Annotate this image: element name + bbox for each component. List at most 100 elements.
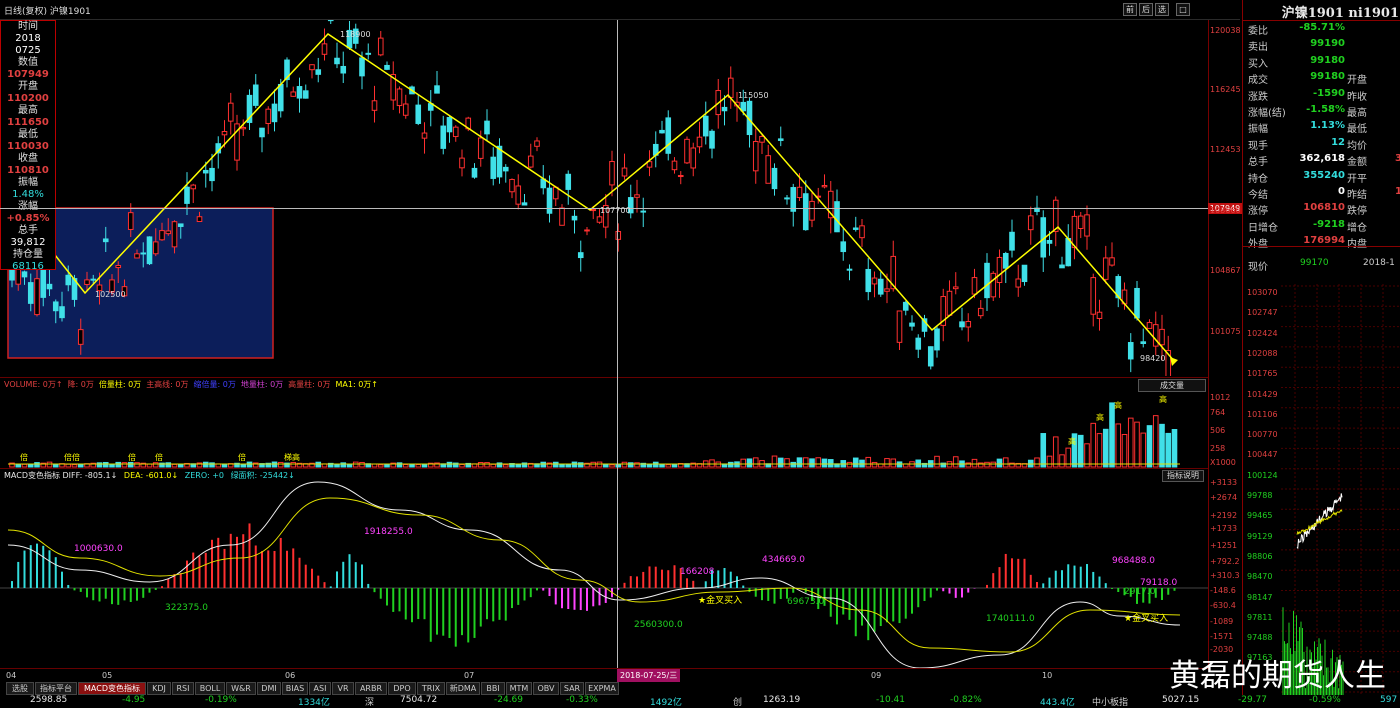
candle-body (396, 88, 403, 107)
tab-14[interactable]: 新DMA (446, 682, 480, 695)
candle-body (377, 37, 384, 56)
divider (0, 377, 1208, 378)
macd-value-label: 322375.0 (165, 603, 208, 613)
swing-point-label: 107700 (600, 206, 631, 215)
candle-body (196, 216, 203, 222)
tab-6[interactable]: W&R (226, 682, 256, 695)
macd-tick: -148.6 (1210, 586, 1236, 595)
candle-body (334, 57, 340, 65)
tab-1[interactable]: 指标平台 (35, 682, 77, 695)
select-button[interactable]: 选 (1155, 3, 1169, 16)
prev-button[interactable]: 前 (1123, 3, 1137, 16)
price-tick: 120038 (1210, 26, 1241, 35)
intraday-tick: 98147 (1247, 592, 1273, 602)
candle-body (1015, 278, 1022, 288)
market-ticker: 2598.85 -4.95 -0.19% 1334亿 深 7504.72 -24.69 -0.… (0, 695, 1400, 708)
macd-tick: -1571 (1210, 632, 1234, 641)
candle-body (115, 264, 122, 269)
info-value: 110030 (7, 141, 49, 152)
candlestick-chart[interactable] (0, 20, 1208, 376)
candle-body (1152, 324, 1159, 347)
quote-value: 176994 (1303, 235, 1345, 247)
intraday-tick: 99788 (1247, 491, 1273, 500)
tab-7[interactable]: DMI (257, 682, 281, 695)
candle-body (977, 307, 984, 317)
quote-value: 1 (1395, 186, 1400, 197)
intraday-avg-line (1296, 509, 1343, 535)
candle-body (840, 241, 847, 253)
volume-chart (8, 402, 1180, 468)
volume-bar (1102, 428, 1109, 468)
candle-body (59, 306, 65, 319)
volume-tick: 506 (1210, 426, 1226, 435)
volume-bar (884, 458, 890, 468)
volume-bar (852, 457, 859, 468)
volume-bar (652, 461, 659, 468)
quote-value: 106810 (1303, 202, 1345, 214)
tab-0[interactable]: 选股 (6, 682, 34, 695)
tab-8[interactable]: BIAS (282, 682, 308, 695)
candle-body (77, 329, 84, 345)
tab-5[interactable]: BOLL (195, 682, 225, 695)
tab-12[interactable]: DPO (388, 682, 416, 695)
quote-key: 开平 (1347, 173, 1367, 185)
candle-body (784, 197, 790, 200)
volume-bar (477, 462, 484, 468)
candle-body (296, 86, 303, 99)
tab-9[interactable]: ASI (309, 682, 331, 695)
ticker-value: 深 (365, 698, 375, 708)
tab-19[interactable]: EXPMA (585, 682, 619, 695)
candle-body (896, 310, 903, 343)
candle-body (446, 117, 453, 133)
volume-bar (1159, 423, 1165, 468)
candle-body (371, 100, 378, 111)
candles (7, 20, 1172, 376)
volume-bar (271, 461, 278, 468)
tab-2[interactable]: MACD变色指标 (78, 682, 146, 695)
candle-body (515, 185, 522, 205)
candle-body (152, 241, 159, 255)
candle-body (477, 137, 484, 159)
tab-10[interactable]: VR (332, 682, 354, 695)
candle-body (971, 277, 978, 295)
volume-bar (709, 459, 715, 468)
tab-3[interactable]: KDJ (147, 682, 171, 695)
candle-body (34, 278, 40, 316)
month-label: 06 (285, 671, 296, 680)
candle-body (952, 286, 959, 290)
tab-18[interactable]: SAR (560, 682, 584, 695)
tab-13[interactable]: TRIX (417, 682, 445, 695)
tab-16[interactable]: MTM (506, 682, 532, 695)
macd-value-label: 79118.0 (1140, 578, 1178, 588)
price-tick: 116245 (1210, 85, 1241, 94)
info-key: 涨幅 (18, 201, 38, 212)
candle-body (771, 167, 778, 190)
maximize-icon[interactable]: □ (1176, 3, 1190, 16)
candle-body (596, 216, 603, 223)
ticker-value: -10.41 (876, 695, 906, 705)
candle-body (321, 43, 328, 55)
candle-body (752, 141, 759, 172)
candle-body (259, 127, 265, 138)
volume-bar (790, 461, 797, 468)
tab-4[interactable]: RSI (172, 682, 194, 695)
volume-bar (384, 464, 390, 468)
quote-key: 今结 (1248, 190, 1268, 201)
tab-15[interactable]: BBI (481, 682, 505, 695)
candle-body (1084, 214, 1090, 237)
divider (1243, 246, 1400, 247)
quote-key: 最低 (1347, 124, 1367, 136)
candle-body (171, 221, 178, 248)
macd-value-label: 1000630.0 (74, 544, 123, 554)
tab-11[interactable]: ARBR (355, 682, 387, 695)
candle-body (177, 223, 184, 227)
axis-divider (1208, 20, 1209, 670)
volume-bar (77, 464, 84, 468)
candle-body (846, 268, 853, 271)
volume-bar (71, 464, 78, 468)
tab-17[interactable]: OBV (533, 682, 559, 695)
volume-bar (727, 461, 734, 468)
ticker-value: 1334亿 (298, 698, 330, 708)
candle-body (134, 253, 140, 259)
next-button[interactable]: 后 (1139, 3, 1153, 16)
